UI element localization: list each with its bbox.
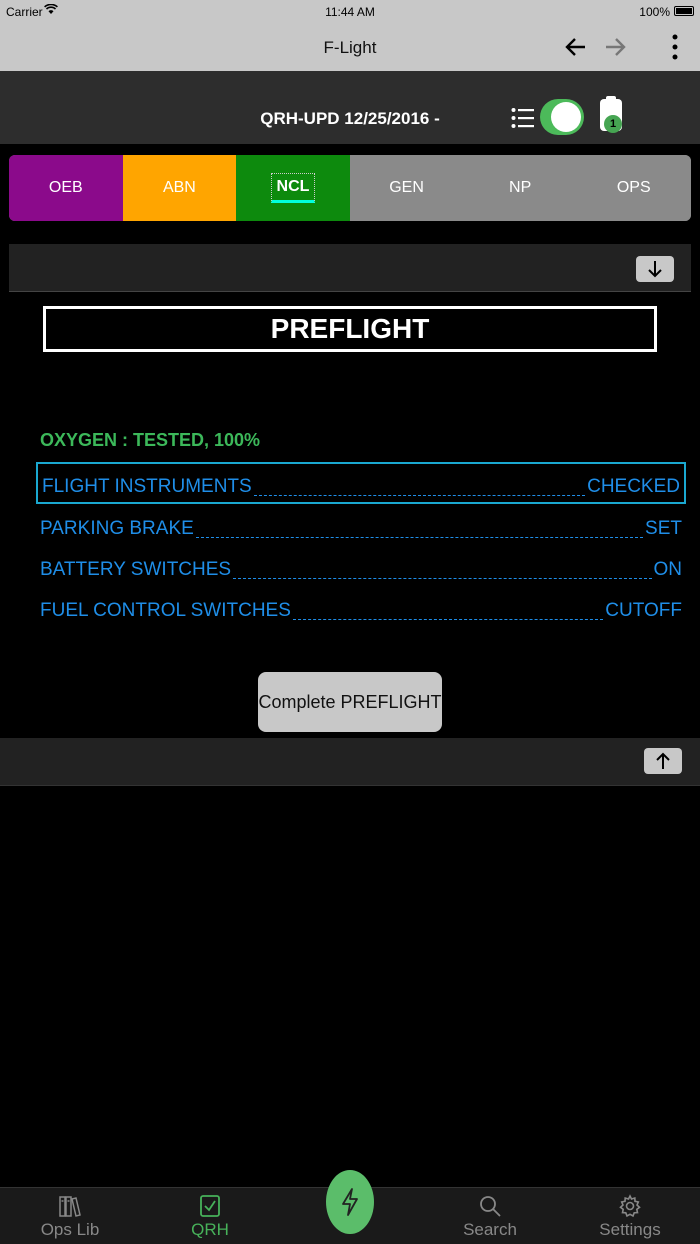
section-header-bar <box>9 244 691 292</box>
document-title: QRH-UPD 12/25/2016 - <box>260 109 440 128</box>
checklist-item-name: BATTERY SWITCHES <box>40 559 232 580</box>
clipboard-clip <box>606 96 616 101</box>
navigation-bar: F-Light <box>0 24 700 71</box>
lightning-icon <box>342 1188 358 1216</box>
search-icon <box>440 1192 540 1220</box>
scroll-up-button[interactable] <box>644 748 682 774</box>
tab-oeb[interactable]: OEB <box>9 155 123 221</box>
tab-label: ABN <box>162 179 196 196</box>
tab-bar-label: QRH <box>191 1220 229 1239</box>
clipboard-badge: 1 <box>604 115 622 133</box>
section-footer-bar <box>0 738 700 786</box>
quick-action-button[interactable] <box>326 1170 374 1234</box>
tab-label: GEN <box>389 179 424 196</box>
book-icon <box>20 1192 120 1220</box>
toggle-knob <box>551 102 581 132</box>
tab-qrh[interactable]: QRH <box>160 1192 260 1240</box>
battery-icon <box>674 6 694 16</box>
tab-label: OPS <box>616 179 651 196</box>
leader-dots <box>195 537 644 538</box>
scroll-down-button[interactable] <box>636 256 674 282</box>
checklist-item-value: CUTOFF <box>605 600 682 621</box>
tab-search[interactable]: Search <box>440 1192 540 1240</box>
tab-ncl[interactable]: NCL <box>236 155 350 221</box>
leader-dots <box>233 578 652 579</box>
checklist-item-name: FUEL CONTROL SWITCHES <box>40 600 291 621</box>
checklist-note: OXYGEN : TESTED, 100% <box>40 430 261 450</box>
checklist-item-value: ON <box>653 559 683 580</box>
tab-label: NP <box>509 179 532 196</box>
tab-bar-label: Settings <box>599 1220 661 1239</box>
section-title: PREFLIGHT <box>43 306 657 352</box>
forward-arrow-icon[interactable] <box>600 32 630 62</box>
clipboard-icon[interactable]: 1 <box>600 96 622 133</box>
tab-bar-label: Ops Lib <box>40 1220 100 1239</box>
tab-ops[interactable]: OPS <box>576 155 691 221</box>
app-title: F-Light <box>323 38 377 57</box>
arrow-up-icon <box>656 752 670 769</box>
checklist-item-name: PARKING BRAKE <box>40 518 194 539</box>
checklist-item[interactable]: PARKING BRAKE SET <box>36 504 686 544</box>
leader-dots <box>253 495 586 496</box>
complete-section-button[interactable]: Complete PREFLIGHT <box>258 672 442 732</box>
status-time: 11:44 AM <box>325 5 375 19</box>
tab-bar-label: Search <box>463 1220 517 1239</box>
arrow-down-icon <box>648 261 662 278</box>
checklist-item[interactable]: FLIGHT INSTRUMENTS CHECKED <box>36 462 686 504</box>
back-arrow-icon[interactable] <box>561 32 591 62</box>
list-icon[interactable] <box>511 107 535 134</box>
status-bar: Carrier 11:44 AM 100% <box>0 0 700 24</box>
gear-icon <box>580 1192 680 1220</box>
tab-gen[interactable]: GEN <box>349 155 464 221</box>
tab-np[interactable]: NP <box>463 155 577 221</box>
document-header: QRH-UPD 12/25/2016 - 1 <box>0 71 700 144</box>
tab-label: OEB <box>48 179 83 196</box>
more-options-icon[interactable] <box>660 32 690 62</box>
checklist-item-name: FLIGHT INSTRUMENTS <box>42 476 252 497</box>
battery-percent: 100% <box>639 5 670 19</box>
checklist-item[interactable]: BATTERY SWITCHES ON <box>36 545 686 585</box>
view-toggle[interactable] <box>540 99 584 135</box>
checklist-item-value: CHECKED <box>587 476 680 497</box>
tab-label: NCL <box>270 173 316 203</box>
checkbox-icon <box>160 1192 260 1220</box>
checklist-item[interactable]: FUEL CONTROL SWITCHES CUTOFF <box>36 586 686 626</box>
tab-abn[interactable]: ABN <box>122 155 237 221</box>
checklist-item-value: SET <box>645 518 682 539</box>
tab-ops-lib[interactable]: Ops Lib <box>20 1192 120 1240</box>
leader-dots <box>292 619 604 620</box>
category-tabs: OEB ABN NCL GEN NP OPS <box>9 155 691 221</box>
tab-settings[interactable]: Settings <box>580 1192 680 1240</box>
